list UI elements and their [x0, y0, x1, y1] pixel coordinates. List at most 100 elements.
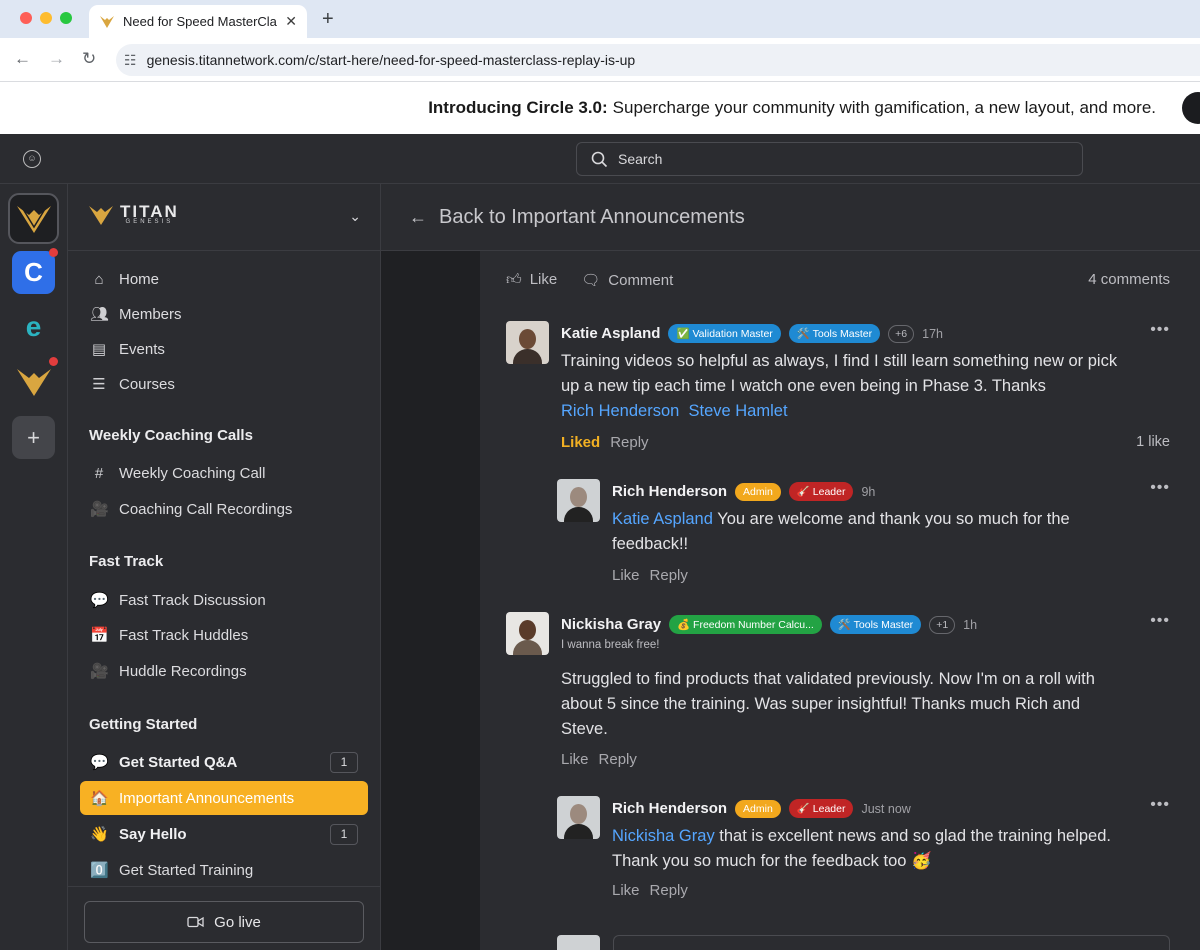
sidebar-item-fast-track-huddles[interactable]: 📅 Fast Track Huddles — [80, 618, 368, 652]
zoom-window-button[interactable] — [60, 12, 72, 24]
rail-e-community[interactable]: e — [12, 305, 55, 348]
comment-actions: Like Reply — [612, 567, 688, 584]
reply-composer-input[interactable] — [613, 935, 1170, 950]
author-name[interactable]: Rich Henderson — [612, 483, 727, 500]
post-actions: 👍︎ Like 🗨︎ Comment — [506, 271, 673, 289]
sidebar-item-label: Weekly Coaching Call — [119, 464, 266, 482]
more-options-icon[interactable]: ••• — [1150, 796, 1170, 814]
forward-nav-icon[interactable]: → — [48, 49, 65, 69]
site-settings-icon[interactable]: ☷ — [124, 52, 137, 69]
speech-bubble-icon: 💬 — [90, 754, 109, 771]
avatar[interactable] — [506, 321, 549, 364]
search-input[interactable]: Search — [576, 142, 1083, 176]
close-tab-icon[interactable]: ✕ — [285, 13, 297, 30]
mention-link[interactable]: Katie Aspland — [612, 510, 713, 528]
comment-body: Training videos so helpful as always, I … — [561, 349, 1131, 424]
sidebar-item-home[interactable]: ⌂ Home — [80, 262, 368, 296]
author-name[interactable]: Rich Henderson — [612, 800, 727, 817]
reply-button[interactable]: Reply — [650, 882, 688, 899]
comment-post-button[interactable]: 🗨︎ Comment — [581, 271, 673, 289]
rail-titan-alt-community[interactable] — [12, 357, 58, 403]
notification-dot — [49, 248, 58, 257]
sidebar-item-important-announcements[interactable]: 🏠 Important Announcements — [80, 781, 368, 815]
author-name[interactable]: Katie Aspland — [561, 325, 660, 342]
comment-time: 17h — [922, 326, 943, 341]
community-menu-icon[interactable]: ☺ — [23, 150, 41, 168]
section-heading-weekly-coaching[interactable]: Weekly Coaching Calls — [89, 427, 253, 444]
like-post-button[interactable]: 👍︎ Like — [506, 271, 557, 289]
sidebar-item-say-hello[interactable]: 👋 Say Hello 1 — [80, 817, 368, 851]
url-field[interactable]: ☷ genesis.titannetwork.com/c/start-here/… — [116, 44, 1200, 76]
reply-button[interactable]: Reply — [599, 751, 637, 768]
comment-header: Rich Henderson Admin 🎸 Leader Just now — [612, 799, 911, 818]
more-options-icon[interactable]: ••• — [1150, 479, 1170, 497]
e-logo-icon: e — [25, 310, 42, 342]
browser-tab[interactable]: Need for Speed MasterClass ✕ — [89, 5, 307, 38]
comment-time: 9h — [861, 484, 876, 499]
thumbs-up-icon: 👍︎ — [506, 271, 522, 288]
comment-body: Nickisha Gray that is excellent news and… — [612, 824, 1112, 874]
mention-link[interactable]: Rich Henderson — [561, 402, 679, 420]
back-link[interactable]: ← Back to Important Announcements — [381, 184, 1200, 251]
more-badges[interactable]: +6 — [888, 324, 915, 343]
liked-button[interactable]: Liked — [561, 434, 600, 451]
unread-count-badge: 1 — [330, 824, 358, 845]
more-badges[interactable]: +1 — [929, 615, 956, 634]
section-heading-getting-started[interactable]: Getting Started — [89, 716, 197, 733]
reply-composer-avatar — [557, 935, 600, 950]
like-count[interactable]: 1 like — [1136, 434, 1170, 450]
titan-logo-icon — [16, 368, 51, 396]
sidebar-item-courses[interactable]: ☰ Courses — [80, 367, 368, 401]
sidebar-item-get-started-training[interactable]: 0️⃣ Get Started Training — [80, 853, 368, 887]
url-text: genesis.titannetwork.com/c/start-here/ne… — [146, 52, 636, 68]
sidebar-item-label: Fast Track Huddles — [119, 626, 249, 644]
like-button[interactable]: Like — [612, 882, 640, 899]
sidebar: TITAN GENESIS ⌄ ⌂ Home 👥︎ Members ▤ Even… — [68, 184, 381, 950]
sidebar-item-huddle-recordings[interactable]: 🎥 Huddle Recordings — [80, 654, 368, 688]
like-button[interactable]: Like — [612, 567, 640, 584]
sidebar-item-label: Say Hello — [119, 825, 187, 843]
courses-icon: ☰ — [92, 376, 106, 393]
sidebar-item-coaching-call-recordings[interactable]: 🎥 Coaching Call Recordings — [80, 492, 368, 526]
comment-actions: Like Reply — [561, 751, 637, 768]
more-options-icon[interactable]: ••• — [1150, 321, 1170, 339]
sidebar-item-label: Members — [119, 305, 182, 323]
sidebar-item-label: Fast Track Discussion — [119, 591, 266, 609]
browser-tab-bar: Need for Speed MasterClass ✕ + — [0, 0, 1200, 38]
sidebar-item-members[interactable]: 👥︎ Members — [80, 297, 368, 331]
sidebar-item-weekly-coaching-call[interactable]: # Weekly Coaching Call — [80, 456, 368, 490]
avatar[interactable] — [557, 479, 600, 522]
section-heading-fast-track[interactable]: Fast Track — [89, 553, 163, 570]
comments-count[interactable]: 4 comments — [1088, 271, 1170, 288]
author-name[interactable]: Nickisha Gray — [561, 616, 661, 633]
sidebar-item-fast-track-discussion[interactable]: 💬 Fast Track Discussion — [80, 583, 368, 617]
brand-header[interactable]: TITAN GENESIS ⌄ — [68, 184, 381, 251]
sidebar-item-label: Huddle Recordings — [119, 662, 247, 680]
avatar[interactable] — [557, 796, 600, 839]
go-live-button[interactable]: Go live — [84, 901, 364, 943]
sidebar-item-get-started-qa[interactable]: 💬 Get Started Q&A 1 — [80, 745, 368, 779]
admin-badge: Admin — [735, 482, 781, 501]
like-button[interactable]: Like — [561, 751, 589, 768]
close-window-button[interactable] — [20, 12, 32, 24]
avatar[interactable] — [506, 612, 549, 655]
back-nav-icon[interactable]: ← — [14, 49, 31, 69]
video-camera-icon: 🎥 — [90, 663, 109, 680]
sidebar-item-events[interactable]: ▤ Events — [80, 332, 368, 366]
banner-action-button[interactable] — [1182, 92, 1200, 124]
leader-badge: 🎸 Leader — [788, 799, 854, 818]
minimize-window-button[interactable] — [40, 12, 52, 24]
rail-titan-community[interactable] — [8, 193, 59, 244]
mention-link[interactable]: Nickisha Gray — [612, 827, 715, 845]
comment-item: Katie Aspland ✅ Validation Master 🛠️ Too… — [506, 321, 1170, 461]
chevron-down-icon[interactable]: ⌄ — [349, 208, 361, 225]
mention-link[interactable]: Steve Hamlet — [688, 402, 787, 420]
reply-button[interactable]: Reply — [650, 567, 688, 584]
new-tab-icon[interactable]: + — [322, 8, 334, 31]
reply-button[interactable]: Reply — [610, 434, 648, 451]
more-options-icon[interactable]: ••• — [1150, 612, 1170, 630]
go-live-label: Go live — [214, 913, 261, 931]
add-community-button[interactable]: + — [12, 416, 55, 459]
rail-circle-community[interactable]: C — [12, 248, 58, 294]
reload-icon[interactable]: ↻ — [82, 49, 96, 69]
